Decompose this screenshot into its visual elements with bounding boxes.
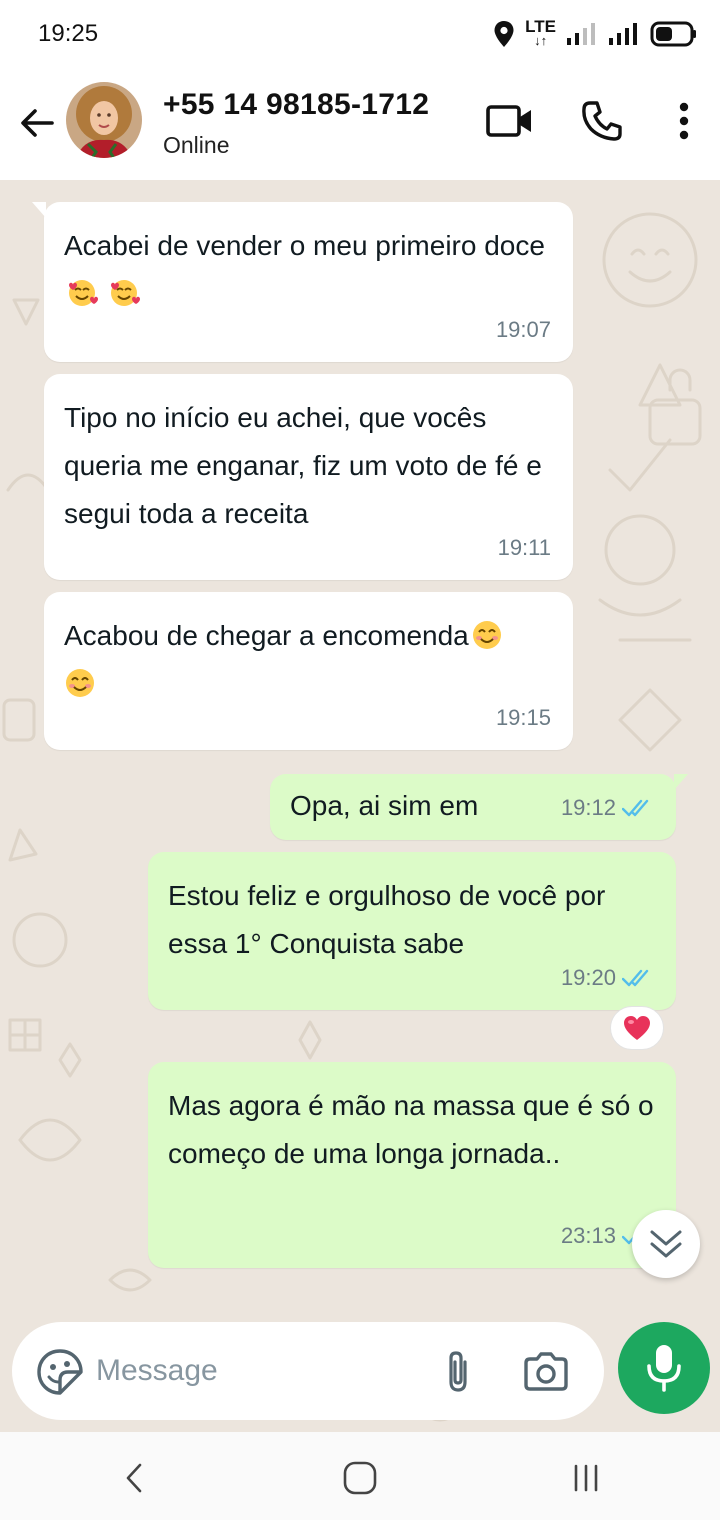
- bubble-tail: [32, 202, 46, 218]
- contact-status: Online: [163, 132, 230, 158]
- message-reaction[interactable]: [610, 1006, 664, 1050]
- attach-button[interactable]: [432, 1346, 484, 1398]
- data-arrows-icon: ↓↑: [534, 33, 548, 48]
- message-text: Tipo no início eu achei, que vocês queri…: [64, 402, 542, 529]
- message-time: 23:13: [560, 1223, 616, 1248]
- outgoing-message[interactable]: Opa, ai sim em 19:12: [270, 774, 688, 840]
- message-text: Mas agora é mão na massa que é só o come…: [168, 1090, 654, 1169]
- system-nav-bar: [0, 1432, 720, 1520]
- signal-sim1-icon: [567, 23, 595, 45]
- smiling-face-with-hearts-icon: [108, 276, 140, 308]
- message-meta: 19:07: [496, 306, 551, 354]
- message-time: 19:15: [495, 705, 551, 730]
- message-time: 19:07: [495, 317, 551, 342]
- smiling-face-with-smiling-eyes-icon: [471, 618, 503, 650]
- chat-header: +55 14 98185-1712 Online: [0, 70, 720, 180]
- attach-icon: [449, 1351, 467, 1392]
- nav-back-icon: [126, 1463, 142, 1493]
- camera-button[interactable]: [520, 1346, 572, 1398]
- message-meta: 19:12: [561, 784, 654, 832]
- status-icons: LTE ↓↑: [493, 16, 698, 52]
- message-meta: 19:20: [561, 954, 654, 1002]
- voice-message-button[interactable]: [618, 1322, 710, 1414]
- nav-back-button[interactable]: [104, 1450, 164, 1506]
- outgoing-message[interactable]: Mas agora é mão na massa que é só o come…: [148, 1062, 676, 1268]
- chevron-double-down-icon: [650, 1230, 682, 1258]
- back-arrow-icon: [21, 109, 54, 137]
- incoming-message[interactable]: Acabei de vender o meu primeiro doce 19:…: [32, 202, 573, 362]
- smiling-face-with-smiling-eyes-icon: [64, 666, 96, 698]
- message-text: Acabou de chegar a encomenda: [64, 612, 553, 708]
- contact-name[interactable]: +55 14 98185-1712: [163, 88, 429, 122]
- nav-recents-icon: [574, 1464, 598, 1492]
- sticker-button[interactable]: [34, 1346, 86, 1398]
- more-options-button[interactable]: [656, 96, 712, 146]
- nav-home-button[interactable]: [330, 1450, 390, 1506]
- sticker-icon: [37, 1349, 83, 1395]
- nav-recents-button[interactable]: [556, 1450, 616, 1506]
- message-composer: [12, 1322, 604, 1420]
- mic-icon: [647, 1345, 681, 1392]
- status-bar: 19:25 LTE ↓↑: [0, 0, 720, 70]
- heart-icon: [624, 1016, 650, 1040]
- smiling-face-with-hearts-icon: [66, 276, 98, 308]
- message-meta: 19:15: [496, 694, 551, 742]
- incoming-message[interactable]: Tipo no início eu achei, que vocês queri…: [44, 374, 573, 580]
- message-time: 19:20: [560, 965, 616, 990]
- avatar[interactable]: [66, 82, 142, 158]
- video-call-button[interactable]: [482, 96, 538, 146]
- message-text: Acabei de vender o meu primeiro doce: [64, 222, 553, 318]
- video-call-icon: [486, 105, 531, 137]
- message-meta: 19:11: [498, 524, 551, 572]
- nav-home-icon: [343, 1461, 377, 1495]
- status-time: 19:25: [38, 20, 99, 47]
- avatar-image: [66, 82, 142, 158]
- back-button[interactable]: [14, 100, 60, 146]
- signal-sim2-icon: [609, 23, 637, 45]
- battery-icon: [650, 21, 696, 47]
- read-ticks-icon: [622, 969, 649, 987]
- read-ticks-icon: [622, 799, 649, 817]
- message-time: 19:11: [497, 535, 551, 560]
- incoming-message[interactable]: Acabou de chegar a encomenda 19:15: [44, 592, 573, 750]
- bubble-tail: [674, 774, 688, 790]
- message-time: 19:12: [560, 795, 616, 820]
- location-icon: [494, 21, 514, 47]
- chat-area[interactable]: Acabei de vender o meu primeiro doce 19:…: [0, 180, 720, 1432]
- scroll-to-bottom-button[interactable]: [632, 1210, 700, 1278]
- network-type: LTE ↓↑: [525, 17, 556, 48]
- message-input[interactable]: [96, 1348, 416, 1394]
- outgoing-message[interactable]: Estou feliz e orgulhoso de você por essa…: [148, 852, 676, 1010]
- phone-icon: [582, 101, 622, 141]
- more-options-icon: [679, 102, 689, 140]
- voice-call-button[interactable]: [574, 96, 630, 146]
- camera-icon: [524, 1352, 568, 1391]
